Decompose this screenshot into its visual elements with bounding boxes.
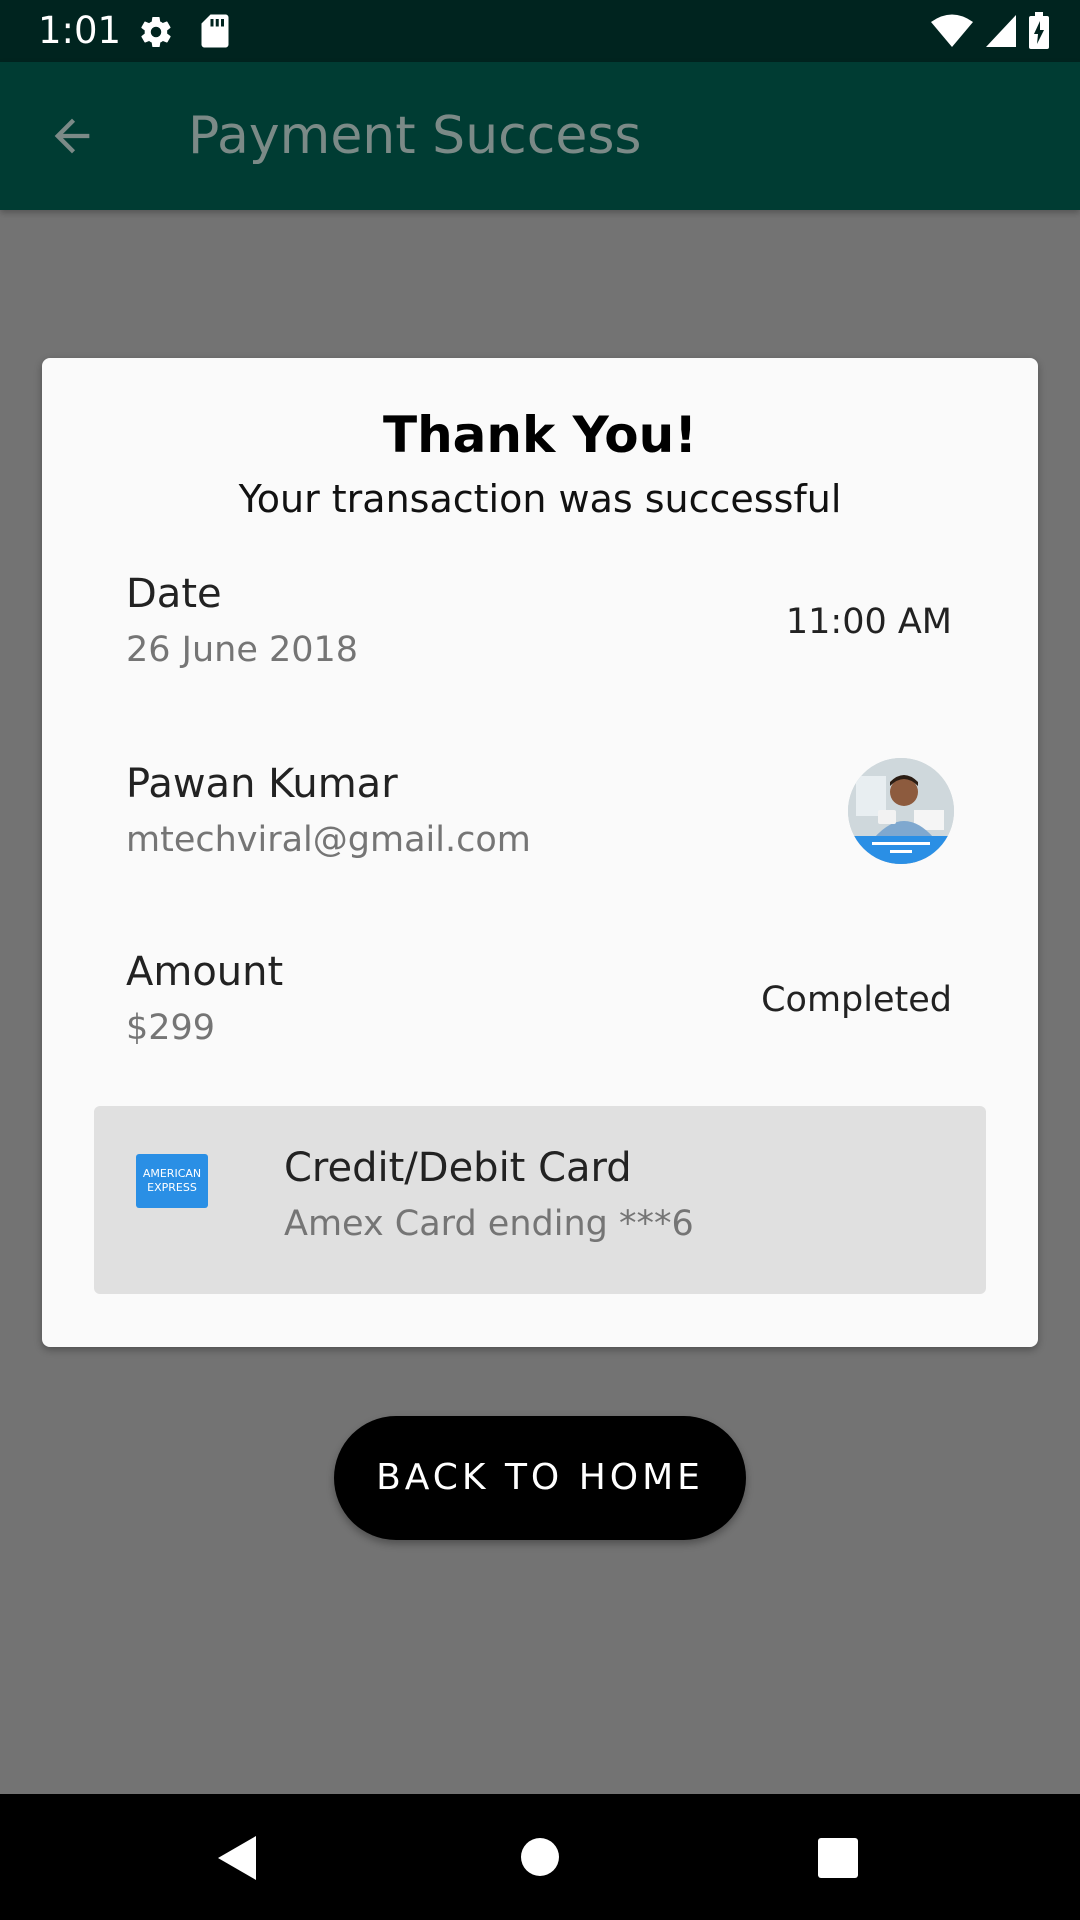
avatar	[848, 758, 954, 864]
amex-logo: AMERICAN EXPRESS	[136, 1154, 208, 1208]
amex-logo-line1: AMERICAN	[142, 1167, 202, 1180]
nav-home-icon[interactable]	[521, 1838, 559, 1876]
payment-method-card: AMERICAN EXPRESS Credit/Debit Card Amex …	[94, 1106, 986, 1294]
status-time: 1:01	[38, 9, 122, 52]
wifi-icon	[931, 14, 973, 47]
status-icons	[930, 12, 1050, 50]
amount-value: $299	[126, 1008, 216, 1048]
nav-back-icon[interactable]	[216, 1834, 260, 1882]
payment-method-title: Credit/Debit Card	[284, 1145, 632, 1191]
recipient-email: mtechviral@gmail.com	[126, 820, 531, 860]
back-to-home-button[interactable]: BACK TO HOME	[334, 1416, 746, 1540]
date-label: Date	[126, 571, 222, 617]
arrow-left-icon[interactable]	[46, 110, 98, 162]
system-nav-bar	[0, 1794, 1080, 1920]
battery-icon	[1029, 12, 1049, 49]
amount-label: Amount	[126, 949, 284, 995]
signal-icon	[986, 15, 1016, 47]
thank-you-heading: Thank You!	[382, 406, 698, 464]
amex-logo-line2: EXPRESS	[147, 1181, 197, 1194]
sd-card-icon	[201, 14, 229, 48]
status-text: Completed	[761, 980, 952, 1020]
nav-recents-icon[interactable]	[818, 1838, 858, 1878]
success-message: Your transaction was successful	[238, 477, 842, 521]
status-bar: 1:01	[0, 0, 1080, 62]
gear-icon	[141, 17, 171, 48]
payment-method-detail: Amex Card ending ***6	[284, 1204, 694, 1244]
time-value: 11:00 AM	[785, 602, 952, 642]
recipient-name: Pawan Kumar	[126, 761, 398, 807]
page-title: Payment Success	[188, 106, 642, 166]
receipt-card: Thank You! Your transaction was successf…	[42, 358, 1038, 1347]
date-value: 26 June 2018	[126, 630, 359, 670]
app-bar: Payment Success	[0, 62, 1080, 210]
